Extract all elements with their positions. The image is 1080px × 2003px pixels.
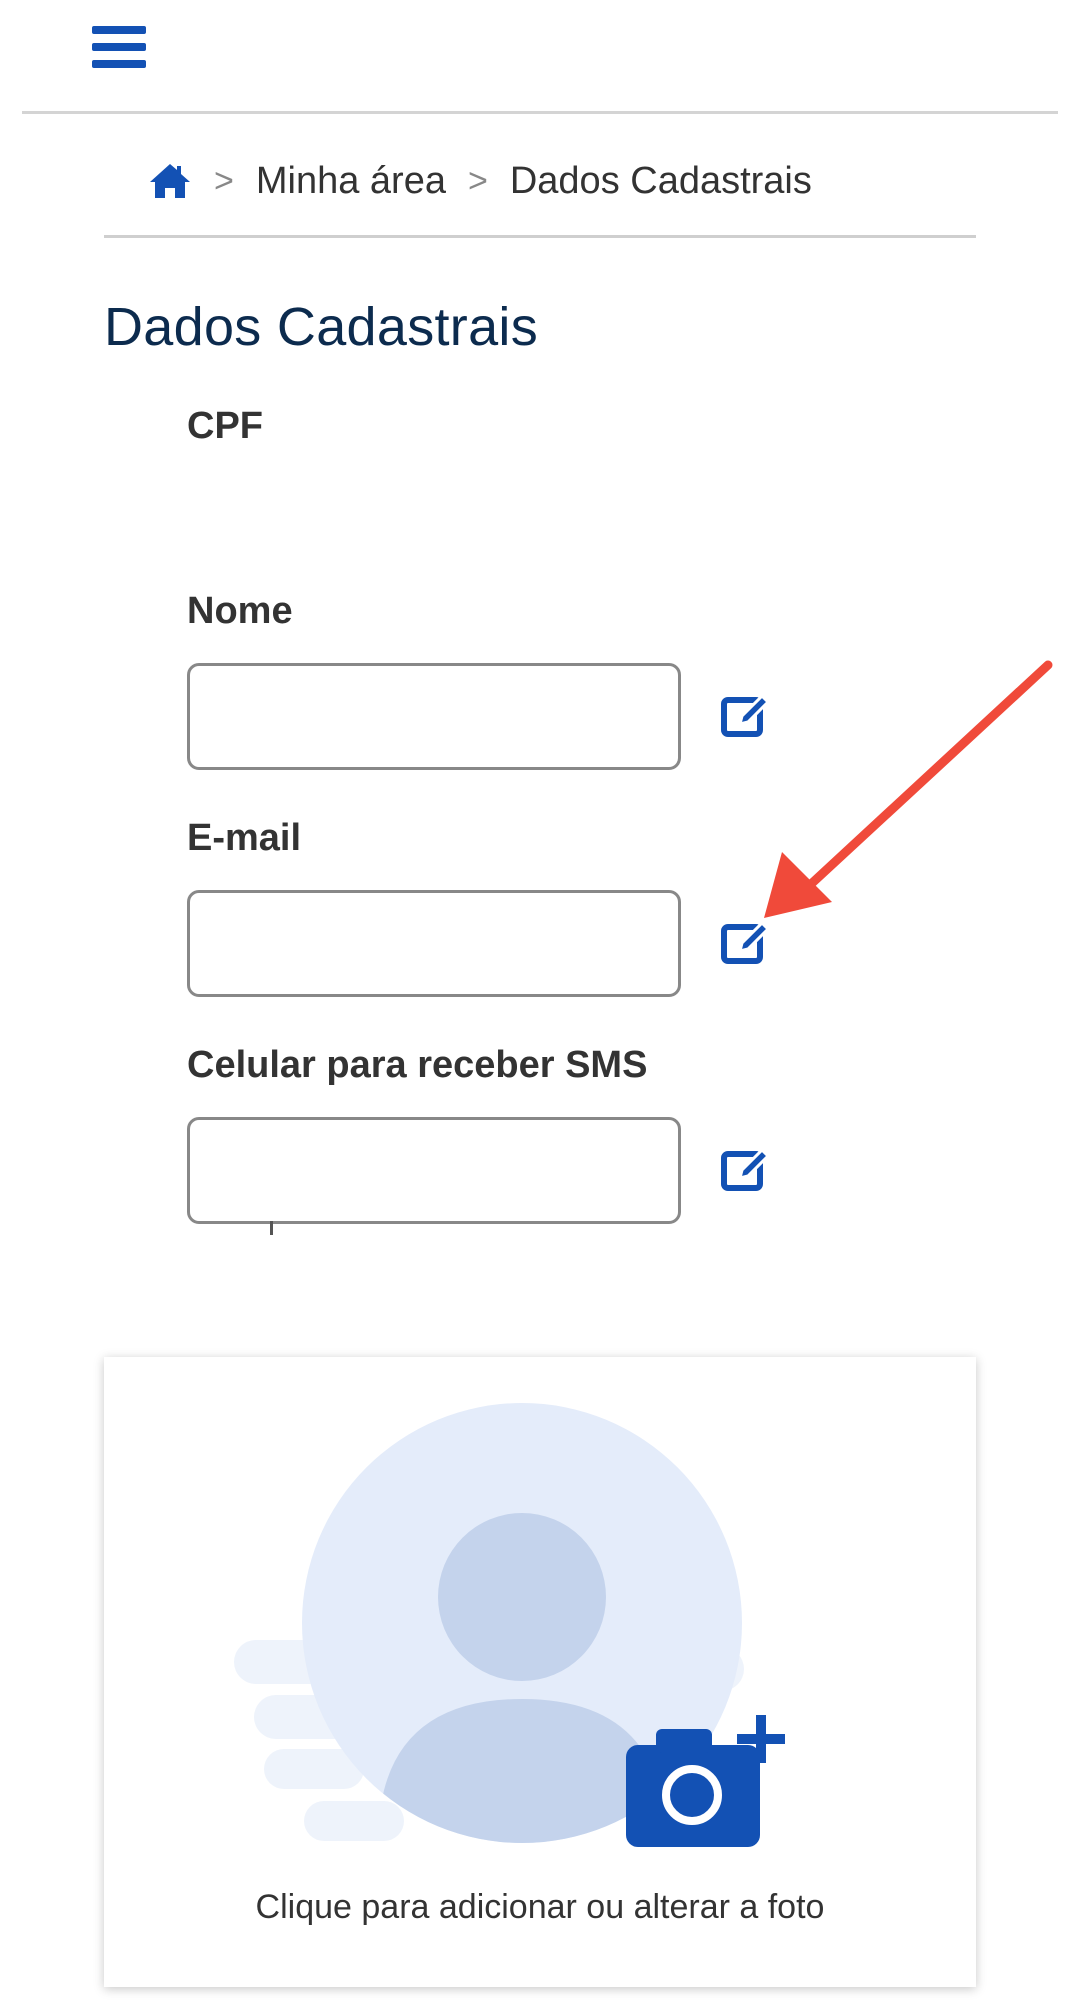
- photo-caption: Clique para adicionar ou alterar a foto: [255, 1888, 825, 1926]
- celular-field[interactable]: [187, 1117, 681, 1224]
- breadcrumb-separator: >: [214, 161, 234, 200]
- header-divider: [22, 111, 1058, 114]
- hamburger-menu-icon[interactable]: [92, 26, 146, 74]
- email-field[interactable]: [187, 890, 681, 997]
- breadcrumb-item-minha-area[interactable]: Minha área: [256, 160, 446, 203]
- email-label: E-mail: [187, 817, 302, 859]
- cpf-label: CPF: [187, 405, 263, 447]
- home-icon[interactable]: [148, 161, 192, 201]
- breadcrumb-divider: [104, 235, 976, 238]
- camera-plus-icon[interactable]: [624, 1709, 794, 1849]
- breadcrumb: > Minha área > Dados Cadastrais: [148, 155, 812, 207]
- edit-icon[interactable]: [720, 1144, 774, 1194]
- edit-icon[interactable]: [720, 690, 774, 740]
- breadcrumb-item-dados-cadastrais: Dados Cadastrais: [509, 159, 812, 202]
- edit-icon[interactable]: [720, 917, 774, 967]
- breadcrumb-separator: >: [467, 161, 488, 200]
- text-caret: [270, 1221, 273, 1235]
- page-title: Dados Cadastrais: [104, 297, 539, 357]
- page: > Minha área > Dados Cadastrais Dados Ca…: [0, 0, 1080, 2003]
- user-avatar-icon: [234, 1403, 744, 1843]
- nome-field[interactable]: [187, 663, 681, 770]
- nome-label: Nome: [187, 590, 293, 632]
- celular-label: Celular para receber SMS: [187, 1044, 648, 1086]
